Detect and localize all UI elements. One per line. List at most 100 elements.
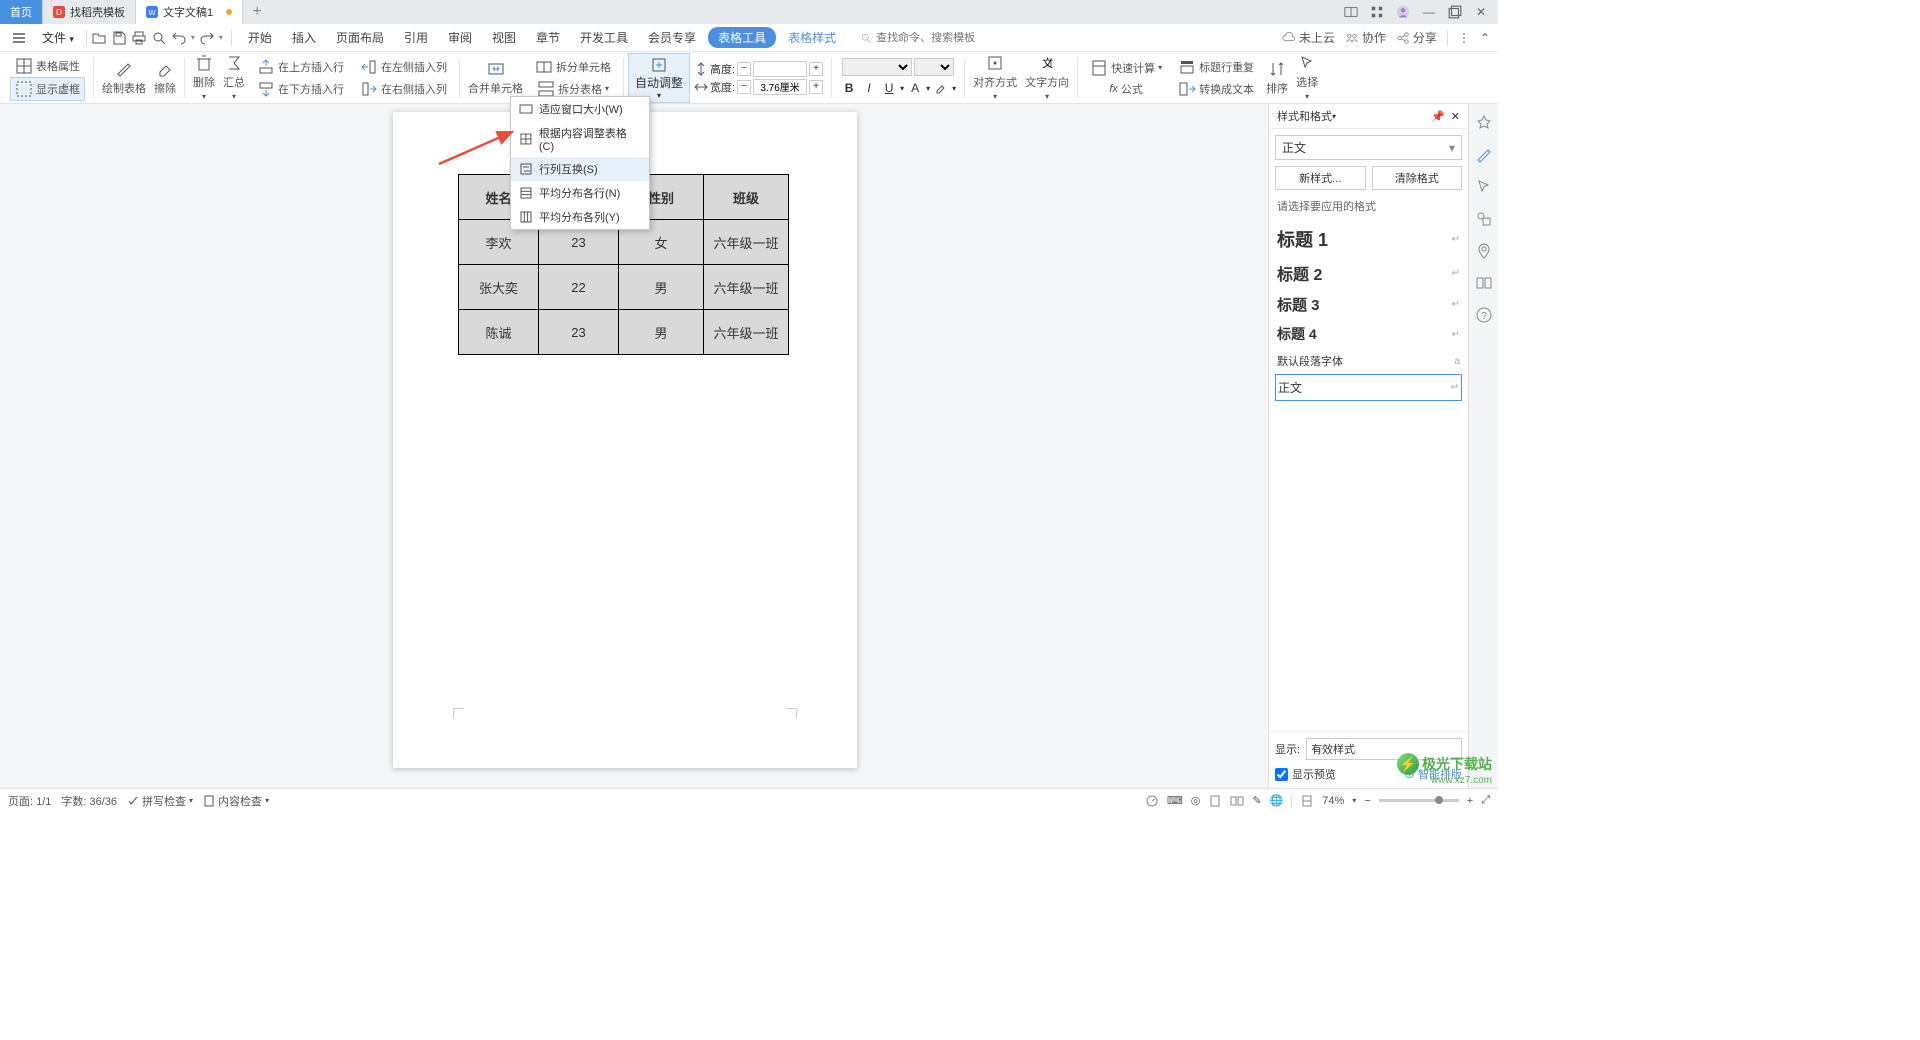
autofit-button[interactable]: 自动调整▾	[628, 53, 690, 103]
pin-icon[interactable]: 📌	[1431, 110, 1445, 123]
height-minus[interactable]: −	[737, 62, 751, 76]
contentcheck-button[interactable]: 内容检查 ▾	[203, 793, 269, 809]
font-color-button[interactable]: A	[906, 79, 924, 97]
apps-icon[interactable]	[1370, 5, 1384, 19]
share-button[interactable]: 分享	[1396, 29, 1437, 46]
width-minus[interactable]: −	[737, 80, 751, 94]
rail-select-icon[interactable]	[1475, 178, 1493, 196]
preview-checkbox[interactable]	[1275, 768, 1288, 781]
minimize-button[interactable]: —	[1422, 5, 1436, 19]
menu-insert[interactable]: 插入	[284, 25, 324, 50]
search-box[interactable]	[860, 32, 996, 44]
width-input[interactable]	[753, 79, 807, 95]
fullscreen-icon[interactable]: ⤢	[1481, 794, 1490, 807]
style-heading1[interactable]: 标题 1↵	[1275, 222, 1462, 257]
view-book-icon[interactable]	[1230, 794, 1244, 808]
dd-dist-rows[interactable]: 平均分布各行(N)	[511, 181, 649, 205]
print-icon[interactable]	[131, 30, 147, 46]
tab-home[interactable]: 首页	[0, 0, 43, 24]
zoom-out-button[interactable]: −	[1364, 795, 1370, 807]
view-pen-icon[interactable]: ✎	[1252, 794, 1261, 807]
current-style-select[interactable]: 正文	[1275, 135, 1462, 160]
search-input[interactable]	[876, 32, 996, 44]
to-text-button[interactable]: 转换成文本	[1174, 78, 1258, 100]
spellcheck-button[interactable]: 拼写检查 ▾	[127, 793, 193, 809]
undo-icon[interactable]	[171, 30, 187, 46]
formula-button[interactable]: fx 公式	[1105, 79, 1147, 99]
highlight-button[interactable]	[932, 79, 950, 97]
dd-swap-rc[interactable]: 行列互换(S)	[511, 157, 649, 181]
table-row[interactable]: 陈诚23男六年级一班	[459, 310, 789, 355]
width-plus[interactable]: +	[809, 80, 823, 94]
redo-icon[interactable]	[199, 30, 215, 46]
view-dashboard-icon[interactable]	[1145, 794, 1159, 808]
style-heading4[interactable]: 标题 4↵	[1275, 320, 1462, 349]
insert-above-button[interactable]: 在上方插入行	[253, 56, 348, 78]
font-size-select[interactable]	[914, 58, 954, 76]
style-parafont[interactable]: 默认段落字体a	[1275, 349, 1462, 374]
quickcalc-button[interactable]: 快速计算 ▾	[1086, 57, 1166, 79]
select-button[interactable]: 选择▾	[1292, 52, 1322, 103]
rail-help-icon[interactable]: ?	[1475, 306, 1493, 324]
cloud-button[interactable]: 未上云	[1282, 29, 1335, 46]
summary-button[interactable]: 汇总▾	[219, 52, 249, 103]
close-panel-button[interactable]: ✕	[1451, 110, 1460, 123]
maximize-button[interactable]	[1448, 5, 1462, 19]
zoom-slider[interactable]	[1379, 799, 1459, 802]
open-icon[interactable]	[91, 30, 107, 46]
avatar-icon[interactable]	[1396, 5, 1410, 19]
bold-button[interactable]: B	[840, 79, 858, 97]
italic-button[interactable]: I	[860, 79, 878, 97]
view-keyboard-icon[interactable]: ⌨	[1167, 794, 1183, 807]
word-count[interactable]: 字数: 36/36	[61, 793, 117, 809]
zoom-label[interactable]: 74%	[1322, 795, 1344, 807]
th-class[interactable]: 班级	[704, 175, 789, 220]
insert-right-button[interactable]: 在右侧插入列	[356, 78, 451, 100]
collab-button[interactable]: 协作	[1345, 29, 1386, 46]
menu-references[interactable]: 引用	[396, 25, 436, 50]
erase-button[interactable]: 擦除	[150, 58, 180, 98]
rail-docer-icon[interactable]	[1475, 114, 1493, 132]
menu-tablestyle[interactable]: 表格样式	[780, 25, 844, 50]
page-indicator[interactable]: 页面: 1/1	[8, 793, 51, 809]
rail-styles-icon[interactable]	[1475, 146, 1493, 164]
height-input[interactable]	[753, 61, 807, 77]
rail-location-icon[interactable]	[1475, 242, 1493, 260]
insert-below-button[interactable]: 在下方插入行	[253, 78, 348, 100]
height-plus[interactable]: +	[809, 62, 823, 76]
file-button[interactable]: 文件 ▾	[34, 26, 82, 49]
font-family-select[interactable]	[842, 58, 912, 76]
dd-fit-content[interactable]: 根据内容调整表格(C)	[511, 121, 649, 157]
view-globe-icon[interactable]: 🌐	[1270, 794, 1284, 807]
menu-icon[interactable]	[8, 29, 30, 47]
menu-vip[interactable]: 会员专享	[640, 25, 704, 50]
rail-shapes-icon[interactable]	[1475, 210, 1493, 228]
dd-fit-window[interactable]: 适应窗口大小(W)	[511, 97, 649, 121]
view-page-icon[interactable]	[1208, 794, 1222, 808]
style-body[interactable]: 正文↵	[1275, 374, 1462, 401]
delete-button[interactable]: 删除▾	[189, 52, 219, 103]
more-icon[interactable]: ⋮	[1458, 31, 1470, 45]
tab-add-button[interactable]: +	[243, 0, 271, 24]
style-heading3[interactable]: 标题 3↵	[1275, 290, 1462, 320]
tab-templates[interactable]: D 找稻壳模板	[43, 0, 136, 24]
reading-mode-icon[interactable]	[1344, 5, 1358, 19]
split-cells-button[interactable]: 拆分单元格	[531, 56, 615, 78]
zoom-in-button[interactable]: +	[1467, 795, 1473, 807]
view-compass-icon[interactable]: ◎	[1191, 794, 1201, 807]
menu-devtools[interactable]: 开发工具	[572, 25, 636, 50]
underline-button[interactable]: U	[880, 79, 898, 97]
text-dir-button[interactable]: 文文字方向▾	[1021, 52, 1073, 103]
draw-table-button[interactable]: 绘制表格	[98, 58, 150, 98]
table-props-button[interactable]: 表格属性	[11, 55, 84, 77]
clear-format-button[interactable]: 清除格式	[1372, 166, 1463, 190]
rail-reading-icon[interactable]	[1475, 274, 1493, 292]
table-row[interactable]: 张大奕22男六年级一班	[459, 265, 789, 310]
sort-button[interactable]: 排序	[1262, 58, 1292, 98]
close-button[interactable]: ✕	[1474, 5, 1488, 19]
style-heading2[interactable]: 标题 2↵	[1275, 257, 1462, 290]
show-grid-button[interactable]: 显示虚框	[10, 77, 85, 101]
menu-review[interactable]: 审阅	[440, 25, 480, 50]
align-button[interactable]: 对齐方式▾	[969, 52, 1021, 103]
menu-start[interactable]: 开始	[240, 25, 280, 50]
